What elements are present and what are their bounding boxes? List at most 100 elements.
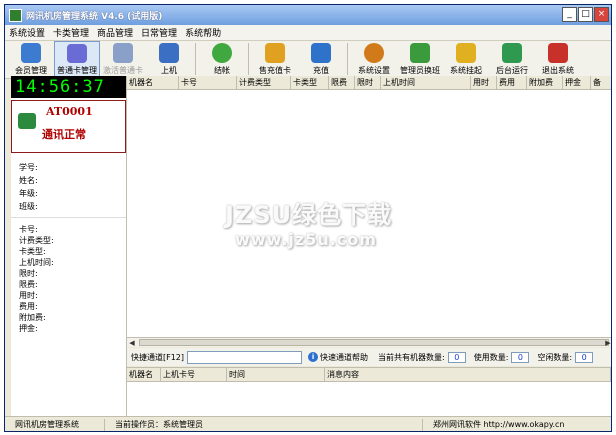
scroll-right-icon[interactable]: ▶ (603, 338, 611, 348)
sell-card-icon (265, 43, 285, 63)
message-table-header: 机器名 上机卡号 时间 消息内容 (127, 368, 611, 382)
scroll-left-icon[interactable]: ◀ (127, 338, 137, 348)
idle-count-label: 空闲数量: (537, 352, 573, 362)
title-bar[interactable]: 网讯机房管理系统 V4.6 (试用版) _ □ × (5, 5, 611, 25)
machine-table-header: 机器名 卡号 计费类型 卡类型 限费 限时 上机时间 用时 费用 附加费 押金 … (127, 76, 611, 90)
quick-channel-label: 快捷通道[F12] (131, 352, 185, 362)
card-manage-icon (67, 44, 87, 63)
col-fee-limit[interactable]: 限费 (329, 76, 355, 89)
used-count: 0 (511, 351, 530, 363)
login-machine-button[interactable]: 上机 (146, 41, 192, 77)
message-table[interactable]: 机器名 上机卡号 时间 消息内容 (127, 367, 611, 417)
status-operator: 当前操作员：系统管理员 (105, 418, 423, 431)
system-settings-button[interactable]: 系统设置 (351, 41, 397, 77)
background-run-button[interactable]: 后台运行 (489, 41, 535, 77)
minimize-button[interactable]: _ (562, 7, 577, 22)
toolbar-separator (248, 43, 249, 75)
msg-col-content[interactable]: 消息内容 (325, 368, 611, 381)
exit-icon (548, 43, 568, 63)
idle-count: 0 (575, 351, 594, 363)
maximize-button[interactable]: □ (578, 7, 593, 22)
msg-col-machine[interactable]: 机器名 (127, 368, 161, 381)
machines-count: 0 (447, 351, 466, 363)
col-remark[interactable]: 备 (591, 76, 611, 89)
quick-channel-bar: 快捷通道[F12] i 快速通道帮助 当前共有机器数量: 0 使用数量: 0 空… (127, 348, 611, 366)
members-button[interactable]: 会员管理 (8, 41, 54, 77)
menu-system-settings[interactable]: 系统设置 (9, 26, 45, 39)
card-used-time: 用时: (19, 291, 38, 300)
col-time-limit[interactable]: 限时 (355, 76, 381, 89)
sell-card-button[interactable]: 售充值卡 (252, 41, 298, 77)
activate-card-button[interactable]: 激活普通卡 (100, 41, 146, 77)
recharge-button[interactable]: 充值 (298, 41, 344, 77)
card-fee: 费用: (19, 302, 38, 311)
col-billing-type[interactable]: 计费类型 (237, 76, 291, 89)
exit-button[interactable]: 退出系统 (535, 41, 581, 77)
scroll-thumb[interactable] (139, 339, 609, 346)
lock-icon (456, 43, 476, 63)
col-fee[interactable]: 费用 (497, 76, 527, 89)
card-extra-fee: 附加费: (19, 313, 46, 322)
col-card-number[interactable]: 卡号 (179, 76, 237, 89)
info-grade: 年级: (19, 189, 38, 198)
app-icon (9, 8, 22, 22)
toolbar: 会员管理 普通卡管理 激活普通卡 上机 结帐 售充值卡 充值 系统设置 管理员换… (5, 41, 611, 79)
col-machine-name[interactable]: 机器名 (127, 76, 179, 89)
info-class: 班级: (19, 202, 38, 211)
col-extra-fee[interactable]: 附加费 (527, 76, 563, 89)
app-window: 网讯机房管理系统 V4.6 (试用版) _ □ × 系统设置 卡类管理 商品管理… (4, 4, 612, 432)
shift-change-button[interactable]: 管理员换班 (397, 41, 443, 77)
watermark-line1: JZSU绿色下载 (225, 201, 393, 229)
toolbar-separator (347, 43, 348, 75)
computer-icon (159, 43, 179, 63)
card-billing-type: 计费类型: (19, 236, 54, 245)
background-run-icon (502, 43, 522, 63)
recharge-icon (311, 43, 331, 63)
settings-icon (364, 43, 384, 63)
status-vendor: 郑州网讯软件 http://www.okapy.cn (433, 419, 565, 429)
card-time-limit: 限时: (19, 269, 38, 278)
menu-bar: 系统设置 卡类管理 商品管理 日常管理 系统帮助 (5, 25, 611, 41)
status-app-name: 网讯机房管理系统 (5, 418, 105, 431)
shift-change-icon (410, 43, 430, 63)
card-info: 卡号: 计费类型: 卡类型: 上机时间: 限时: 限费: 用时: 费用: 附加费… (11, 218, 126, 334)
menu-card-types[interactable]: 卡类管理 (53, 26, 89, 39)
quick-channel-input[interactable] (187, 350, 303, 364)
card-manage-button[interactable]: 普通卡管理 (54, 41, 100, 77)
col-used-time[interactable]: 用时 (471, 76, 497, 89)
info-name: 姓名: (19, 176, 38, 185)
close-button[interactable]: × (594, 7, 609, 22)
watermark-line2: www.jz5u.com (235, 230, 377, 249)
msg-col-time[interactable]: 时间 (227, 368, 325, 381)
quick-help-link[interactable]: 快速通道帮助 (320, 352, 368, 363)
user-info: 学号: 姓名: 年级: 班级: (11, 153, 126, 218)
station-id: AT0001 (46, 105, 93, 118)
status-bar: 网讯机房管理系统 当前操作员：系统管理员 郑州网讯软件 http://www.o… (5, 416, 611, 431)
menu-daily[interactable]: 日常管理 (141, 26, 177, 39)
watermark: JZSU绿色下载 www.jz5u.com (225, 195, 392, 249)
activate-card-icon (113, 43, 133, 63)
card-login-time: 上机时间: (19, 258, 54, 267)
toolbar-separator (195, 43, 196, 75)
menu-help[interactable]: 系统帮助 (185, 26, 221, 39)
card-fee-limit: 限费: (19, 280, 38, 289)
info-student-id: 学号: (19, 163, 38, 172)
station-status: AT0001 通讯正常 (11, 100, 126, 153)
used-count-label: 使用数量: (473, 352, 509, 362)
members-icon (21, 43, 41, 63)
checkout-button[interactable]: 结帐 (199, 41, 245, 77)
horizontal-scrollbar[interactable]: ◀ ▶ (127, 337, 611, 348)
station-icon (18, 113, 36, 129)
window-controls: _ □ × (562, 7, 609, 22)
left-info-panel: 14:56:37 AT0001 通讯正常 学号: 姓名: 年级: 班级: 卡号:… (11, 76, 127, 416)
card-type: 卡类型: (19, 247, 46, 256)
col-card-type[interactable]: 卡类型 (291, 76, 329, 89)
info-icon[interactable]: i (308, 352, 319, 362)
menu-products[interactable]: 商品管理 (97, 26, 133, 39)
col-login-time[interactable]: 上机时间 (381, 76, 471, 89)
msg-col-card[interactable]: 上机卡号 (161, 368, 227, 381)
col-deposit[interactable]: 押金 (563, 76, 591, 89)
system-suspend-button[interactable]: 系统挂起 (443, 41, 489, 77)
comm-status: 通讯正常 (42, 128, 86, 141)
card-deposit: 押金: (19, 324, 38, 333)
